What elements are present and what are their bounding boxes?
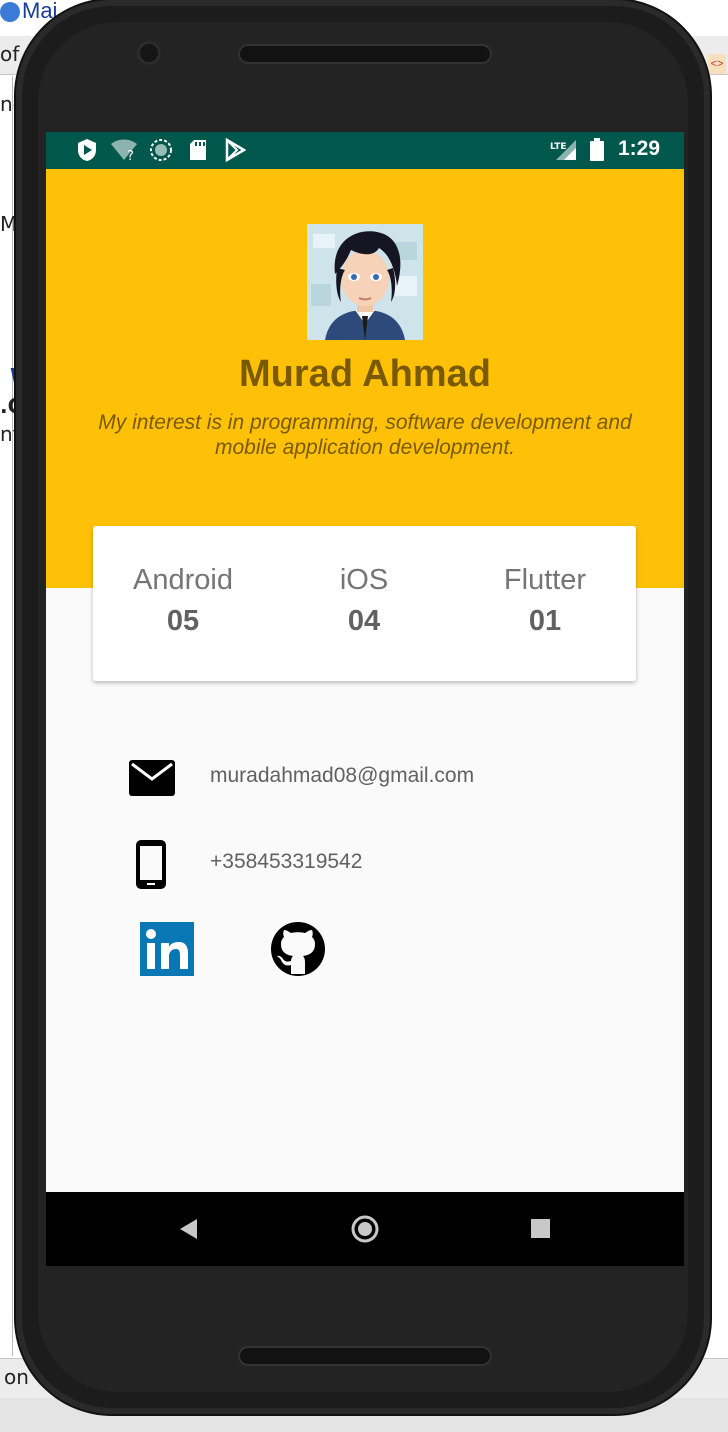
svg-text:?: ? bbox=[127, 149, 134, 162]
bottom-speaker bbox=[238, 1346, 492, 1366]
phone-screen: ? LTE 1:29 Murad Ahmad My interest is in… bbox=[46, 132, 684, 1266]
stat-flutter: Flutter 01 bbox=[455, 564, 635, 638]
email-address: muradahmad08@gmail.com bbox=[210, 764, 475, 787]
signal-lte-icon: LTE bbox=[550, 138, 578, 162]
stat-label: Android bbox=[133, 564, 233, 596]
ide-gutter-line bbox=[12, 76, 13, 1356]
profile-avatar bbox=[307, 224, 423, 340]
sd-card-icon bbox=[188, 138, 208, 162]
stat-label: Flutter bbox=[503, 564, 587, 596]
stat-value: 04 bbox=[347, 605, 381, 637]
phone-number: +358453319542 bbox=[210, 850, 363, 873]
recents-button[interactable] bbox=[501, 1192, 581, 1266]
system-navigation-bar bbox=[46, 1192, 684, 1266]
ide-fragment: of bbox=[0, 42, 20, 66]
ide-marker[interactable]: <> bbox=[708, 54, 726, 74]
email-icon bbox=[128, 754, 176, 802]
sync-circle-icon bbox=[149, 138, 173, 162]
smartphone-icon bbox=[128, 840, 176, 889]
front-camera bbox=[137, 41, 161, 65]
linkedin-icon[interactable] bbox=[139, 921, 195, 977]
email-row[interactable]: muradahmad08@gmail.com bbox=[128, 754, 648, 810]
github-icon[interactable] bbox=[270, 921, 326, 977]
stat-android: Android 05 bbox=[93, 564, 273, 638]
stat-ios: iOS 04 bbox=[274, 564, 454, 638]
earpiece-speaker bbox=[238, 44, 492, 64]
shield-play-icon bbox=[76, 138, 98, 162]
network-type: LTE bbox=[550, 142, 567, 152]
skills-card: Android 05 iOS 04 Flutter 01 bbox=[93, 526, 636, 681]
home-button[interactable] bbox=[325, 1192, 405, 1266]
phone-row[interactable]: +358453319542 bbox=[128, 840, 648, 896]
stat-value: 01 bbox=[528, 605, 562, 637]
clock: 1:29 bbox=[617, 137, 660, 160]
class-file-icon bbox=[0, 2, 20, 22]
battery-icon bbox=[590, 138, 604, 162]
stat-value: 05 bbox=[166, 605, 200, 637]
stat-label: iOS bbox=[339, 564, 389, 596]
profile-bio: My interest is in programming, software … bbox=[98, 411, 632, 459]
status-bar: ? LTE 1:29 bbox=[46, 132, 684, 169]
back-button[interactable] bbox=[146, 1192, 226, 1266]
ide-fragment: on bbox=[4, 1365, 29, 1389]
profile-name: Murad Ahmad bbox=[239, 353, 491, 395]
play-store-icon bbox=[224, 137, 247, 163]
wifi-question-icon: ? bbox=[110, 138, 138, 164]
